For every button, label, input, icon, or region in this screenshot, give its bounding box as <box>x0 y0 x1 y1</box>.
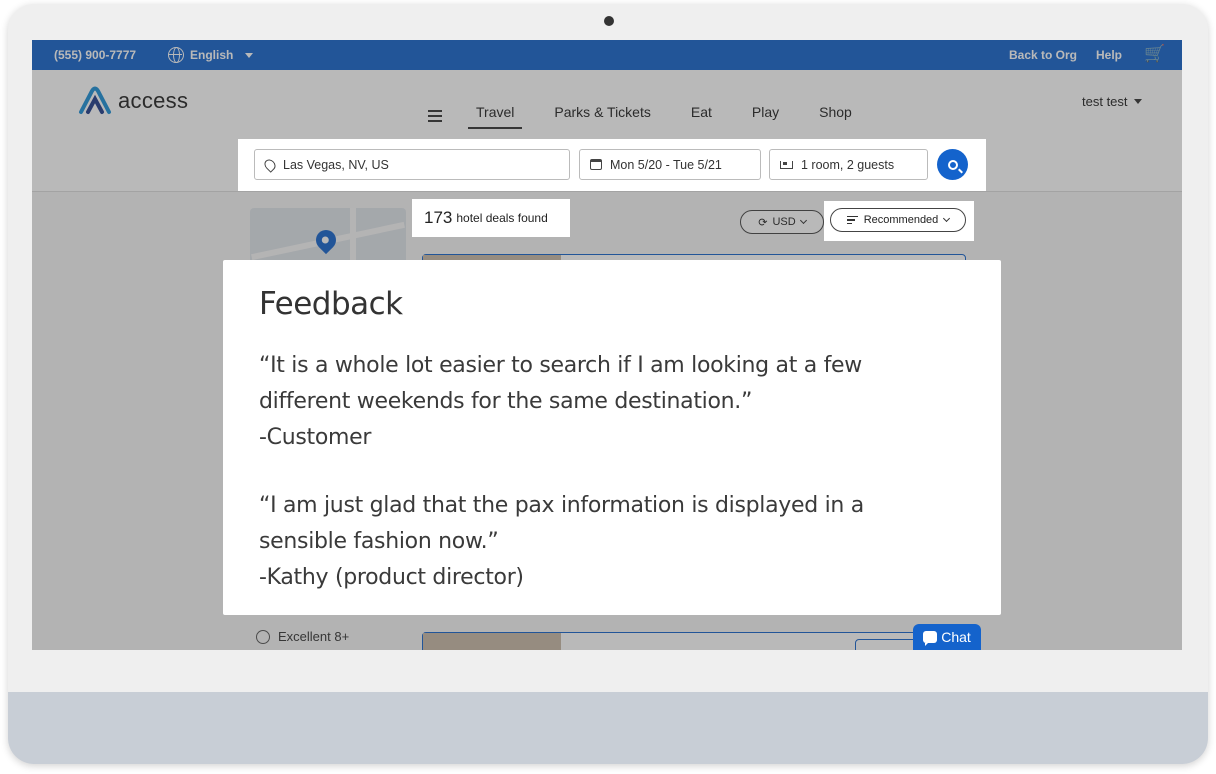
feedback-title: Feedback <box>259 286 403 322</box>
menu-icon[interactable] <box>428 107 442 125</box>
caret-down-icon <box>245 52 254 58</box>
guests-value: 1 room, 2 guests <box>801 157 895 172</box>
map-pin-icon <box>311 225 341 255</box>
filter-label: Excellent 8+ <box>278 629 350 644</box>
chevron-down-icon <box>799 216 807 225</box>
laptop-chin <box>8 692 1208 764</box>
search-icon <box>947 159 958 170</box>
nav-shop[interactable]: Shop <box>819 104 852 128</box>
sort-icon <box>846 214 858 227</box>
logo-text: access <box>118 88 189 113</box>
nav-travel[interactable]: Travel <box>467 104 523 129</box>
help-link[interactable]: Help <box>1096 48 1122 62</box>
currency-icon: ⟳ <box>758 216 768 229</box>
quote-2-line-2: sensible fashion now.” <box>259 529 499 554</box>
quote-1-line-1: “It is a whole lot easier to search if I… <box>259 353 862 378</box>
date-value: Mon 5/20 - Tue 5/21 <box>610 157 722 172</box>
quote-1: “It is a whole lot easier to search if I… <box>259 348 965 456</box>
feedback-card: Feedback “It is a whole lot easier to se… <box>223 260 1001 615</box>
hotel-image <box>423 633 561 650</box>
search-button[interactable] <box>937 149 968 180</box>
phone-number[interactable]: (555) 900-7777 <box>54 48 136 62</box>
bed-icon <box>780 160 793 169</box>
deals-count: 173 hotel deals found <box>412 199 570 237</box>
sort-highlight: Recommended <box>824 201 974 241</box>
currency-selector[interactable]: ⟳ USD <box>740 210 824 234</box>
logo-mark-icon <box>79 86 111 114</box>
date-field[interactable]: Mon 5/20 - Tue 5/21 <box>579 149 761 180</box>
chat-label: Chat <box>941 629 971 645</box>
radio-button[interactable] <box>256 629 270 644</box>
language-selector[interactable]: English <box>168 47 254 63</box>
quote-1-line-2: different weekends for the same destinat… <box>259 389 753 414</box>
hotel-card[interactable] <box>422 632 966 650</box>
location-value: Las Vegas, NV, US <box>283 157 389 172</box>
camera-dot <box>604 16 614 26</box>
location-pin-icon <box>262 156 278 173</box>
cart-icon[interactable]: 🛒 <box>1144 44 1165 64</box>
nav-parks-tickets[interactable]: Parks & Tickets <box>554 104 650 128</box>
sort-label: Recommended <box>863 214 939 226</box>
calendar-icon <box>590 159 602 170</box>
filter-excellent[interactable]: Excellent 8+ <box>256 629 349 644</box>
main-nav: Travel Parks & Tickets Eat Play Shop <box>428 104 892 129</box>
chevron-down-icon <box>943 214 951 223</box>
chat-button[interactable]: Chat <box>913 624 981 650</box>
logo[interactable]: access <box>78 86 188 116</box>
nav-eat[interactable]: Eat <box>691 104 712 128</box>
quote-2-author: -Kathy (product director) <box>259 565 524 590</box>
chat-bubble-icon <box>923 631 938 646</box>
guests-field[interactable]: 1 room, 2 guests <box>769 149 928 180</box>
location-field[interactable]: Las Vegas, NV, US <box>254 149 570 180</box>
sort-selector[interactable]: Recommended <box>830 208 966 232</box>
quote-2-line-1: “I am just glad that the pax information… <box>259 493 864 518</box>
deals-number: 173 <box>424 208 453 227</box>
quote-1-author: -Customer <box>259 425 372 450</box>
deals-label: hotel deals found <box>456 211 548 225</box>
quote-2: “I am just glad that the pax information… <box>259 488 965 596</box>
back-to-org-link[interactable]: Back to Org <box>1009 48 1077 62</box>
user-menu[interactable]: test test <box>1082 94 1142 109</box>
language-label: English <box>190 48 234 62</box>
user-name: test test <box>1082 94 1128 109</box>
currency-label: USD <box>772 216 796 228</box>
search-bar: Las Vegas, NV, US Mon 5/20 - Tue 5/21 1 … <box>238 139 986 191</box>
caret-down-icon <box>1133 99 1142 104</box>
globe-icon <box>168 47 184 63</box>
nav-play[interactable]: Play <box>752 104 779 128</box>
utility-bar: (555) 900-7777 English Back to Org Help … <box>32 40 1182 70</box>
